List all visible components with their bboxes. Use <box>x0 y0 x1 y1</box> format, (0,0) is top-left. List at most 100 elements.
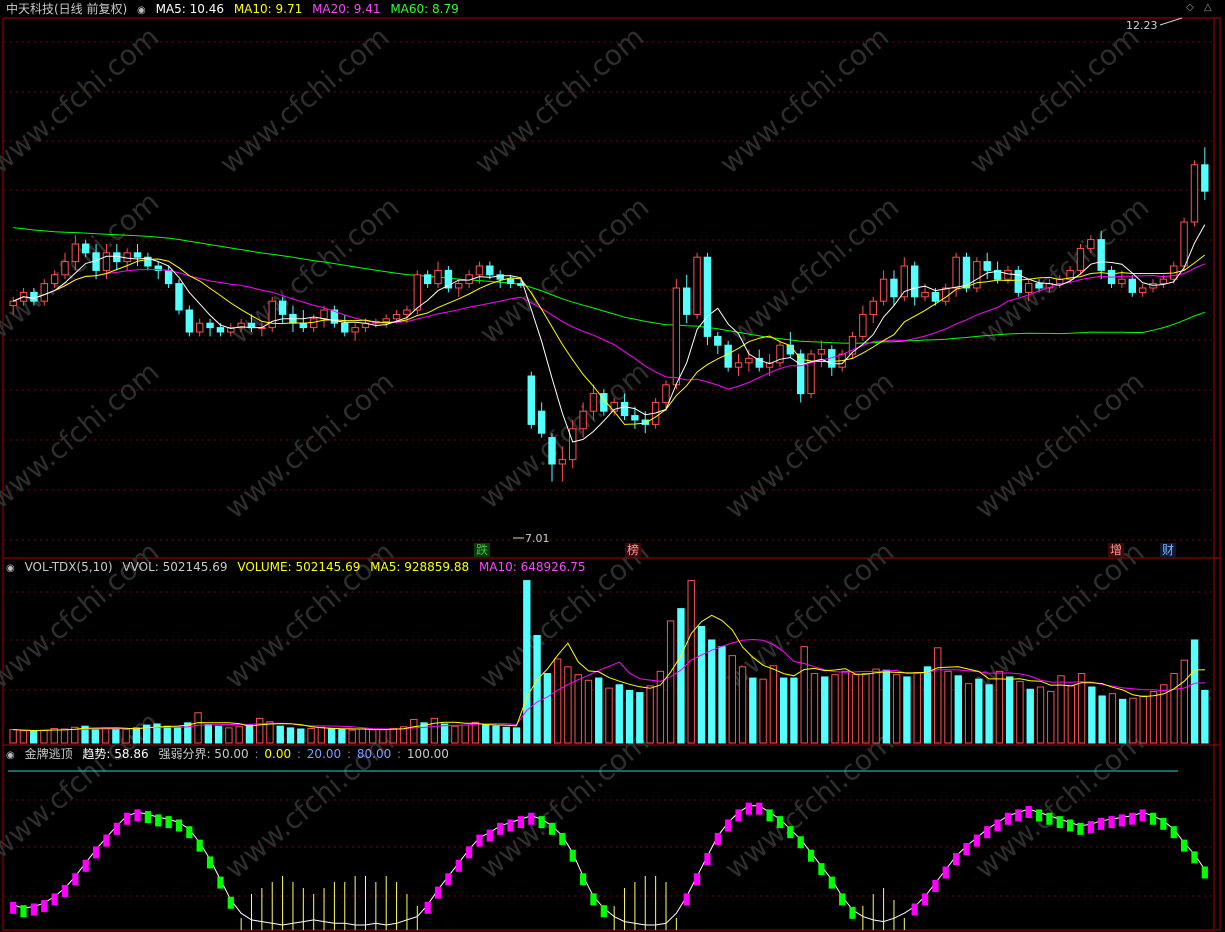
rising-block[interactable] <box>434 886 442 899</box>
candle[interactable] <box>1190 160 1199 227</box>
volume-bar[interactable] <box>1139 695 1147 744</box>
volume-bar[interactable] <box>1180 659 1189 744</box>
rising-block[interactable] <box>455 859 462 872</box>
volume-bar[interactable] <box>60 728 69 744</box>
volume-bar[interactable] <box>800 646 808 744</box>
candle[interactable] <box>164 266 173 288</box>
falling-block[interactable] <box>186 826 193 839</box>
falling-block[interactable] <box>165 816 172 829</box>
falling-block[interactable] <box>1191 851 1198 864</box>
volume-bar[interactable] <box>1129 697 1137 744</box>
candle[interactable] <box>1014 266 1023 297</box>
candle[interactable] <box>527 371 535 429</box>
rising-block[interactable] <box>507 819 514 832</box>
rising-block[interactable] <box>1087 821 1094 834</box>
volume-bar[interactable] <box>718 646 726 744</box>
rising-block[interactable] <box>1015 809 1022 822</box>
volume-bar[interactable] <box>862 673 870 744</box>
falling-block[interactable] <box>1067 819 1074 832</box>
volume-bar[interactable] <box>1077 673 1086 744</box>
volume-bar[interactable] <box>286 727 295 744</box>
volume-bar[interactable] <box>235 726 243 744</box>
volume-bar[interactable] <box>553 658 562 744</box>
volume-bar[interactable] <box>471 721 480 744</box>
volume-bar[interactable] <box>738 666 747 744</box>
volume-bar[interactable] <box>913 671 921 744</box>
volume-bar[interactable] <box>892 674 901 744</box>
rising-block[interactable] <box>973 834 980 847</box>
volume-bar[interactable] <box>543 673 552 744</box>
volume-bar[interactable] <box>841 670 849 744</box>
volume-bar[interactable] <box>903 676 911 744</box>
volume-bar[interactable] <box>91 729 100 744</box>
rising-block[interactable] <box>92 846 100 859</box>
rising-block[interactable] <box>1129 812 1136 825</box>
volume-bar[interactable] <box>810 673 819 744</box>
rising-block[interactable] <box>735 809 742 822</box>
candle[interactable] <box>807 349 815 398</box>
falling-block[interactable] <box>206 856 214 869</box>
rising-block[interactable] <box>693 873 701 886</box>
falling-block[interactable] <box>1035 809 1043 822</box>
volume-bar[interactable] <box>9 729 17 744</box>
volume-bar[interactable] <box>1190 639 1199 744</box>
falling-block[interactable] <box>1077 822 1084 835</box>
volume-bar[interactable] <box>964 683 973 744</box>
candle[interactable] <box>910 261 919 306</box>
stock-chart[interactable]: www.cfchi.com www.cfchi.com www.cfchi.com w… <box>0 0 1225 932</box>
rising-block[interactable] <box>10 901 17 914</box>
volume-bar[interactable] <box>584 679 593 744</box>
candle[interactable] <box>693 252 701 319</box>
event-tag-increase[interactable]: 增 <box>1108 543 1125 557</box>
volume-bar[interactable] <box>245 724 254 744</box>
candle[interactable] <box>40 279 48 306</box>
falling-block[interactable] <box>828 876 835 889</box>
rising-block[interactable] <box>72 873 79 886</box>
volume-bar[interactable] <box>29 730 38 744</box>
falling-block[interactable] <box>839 893 846 906</box>
volume-bar[interactable] <box>595 677 603 744</box>
volume-bar[interactable] <box>646 685 654 744</box>
candle[interactable] <box>1076 244 1085 275</box>
candle[interactable] <box>444 266 453 293</box>
candle[interactable] <box>796 349 805 403</box>
candle[interactable] <box>123 248 131 271</box>
falling-block[interactable] <box>20 905 27 918</box>
volume-bar[interactable] <box>338 729 346 744</box>
volume-bar[interactable] <box>1067 685 1075 744</box>
volume-bar[interactable] <box>625 689 634 744</box>
volume-bar[interactable] <box>256 717 264 744</box>
rising-block[interactable] <box>921 893 929 906</box>
falling-block[interactable] <box>600 905 607 918</box>
falling-block[interactable] <box>548 822 556 835</box>
volume-bar[interactable] <box>379 728 387 744</box>
volume-bar[interactable] <box>1149 690 1158 744</box>
volume-bar[interactable] <box>101 727 110 744</box>
volume-bar[interactable] <box>923 666 932 744</box>
volume-bar[interactable] <box>1026 688 1034 744</box>
volume-bar[interactable] <box>276 725 284 744</box>
volume-bar[interactable] <box>214 725 223 744</box>
candle[interactable] <box>683 274 691 324</box>
rising-block[interactable] <box>963 843 970 855</box>
rising-block[interactable] <box>466 846 473 859</box>
volume-bar[interactable] <box>523 580 531 744</box>
rising-block[interactable] <box>756 802 763 815</box>
vol-chevron-icon[interactable]: ◉ <box>6 563 15 574</box>
volume-bar[interactable] <box>872 668 880 744</box>
volume-bar[interactable] <box>173 726 182 744</box>
falling-block[interactable] <box>818 863 825 876</box>
rising-block[interactable] <box>745 802 752 815</box>
candle[interactable] <box>455 279 463 297</box>
expand-arrow-icon[interactable]: △ <box>1204 2 1212 13</box>
candle[interactable] <box>890 270 898 306</box>
falling-block[interactable] <box>766 809 773 822</box>
candle[interactable] <box>434 261 442 288</box>
volume-bar[interactable] <box>851 674 860 744</box>
volume-bar[interactable] <box>821 676 829 744</box>
volume-bar[interactable] <box>985 684 993 744</box>
candle[interactable] <box>828 345 836 376</box>
vol-indicator-name[interactable]: VOL-TDX(5,10) <box>25 560 113 574</box>
rising-block[interactable] <box>683 893 690 906</box>
candle[interactable] <box>144 252 152 271</box>
